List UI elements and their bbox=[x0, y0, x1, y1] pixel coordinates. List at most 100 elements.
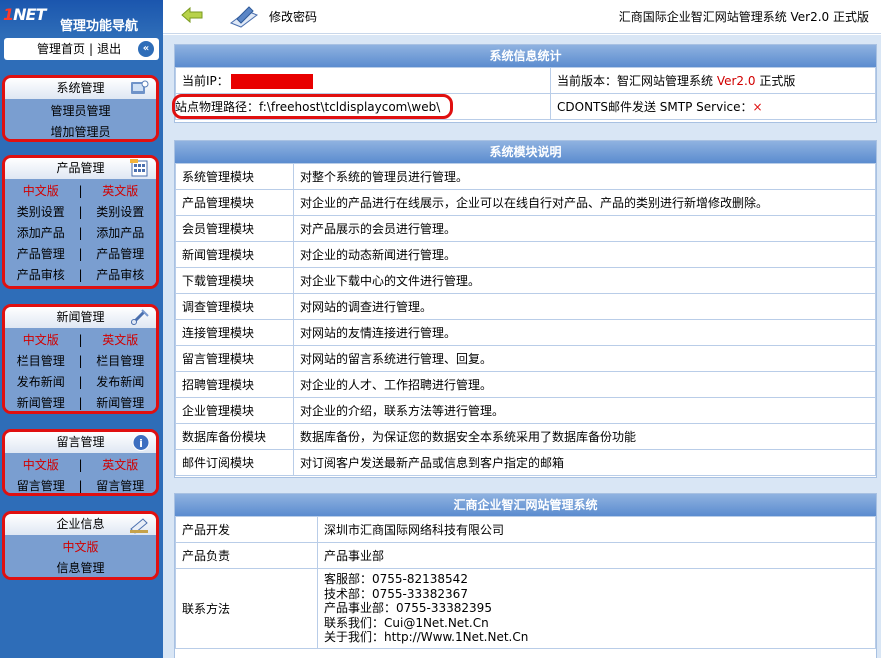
module-name: 留言管理模块 bbox=[175, 345, 294, 372]
menu-row: 添加产品 | 添加产品 bbox=[5, 223, 156, 244]
lang-cn[interactable]: 中文版 bbox=[5, 537, 156, 558]
menu-row: 留言管理 | 留言管理 bbox=[5, 476, 157, 493]
lang-en[interactable]: 英文版 bbox=[85, 181, 157, 202]
module-desc: 对企业下载中心的文件进行管理。 bbox=[293, 267, 876, 294]
menu-header-system[interactable]: 系统管理 bbox=[5, 78, 156, 99]
module-name: 系统管理模块 bbox=[175, 163, 294, 190]
redacted-ip bbox=[230, 74, 313, 89]
menu-item-category-en[interactable]: 类别设置 bbox=[85, 202, 157, 223]
menu-title: 产品管理 bbox=[56, 161, 105, 175]
table-row: 邮件订阅模块 对订阅客户发送最新产品或信息到客户指定的邮箱 bbox=[175, 449, 876, 476]
modules-table: 系统管理模块 对整个系统的管理员进行管理。 产品管理模块 对企业的产品进行在线展示，… bbox=[175, 163, 876, 476]
about-heading: 汇商企业智汇网站管理系统 bbox=[175, 494, 876, 516]
ip-label: 当前IP： bbox=[182, 74, 229, 88]
stats-heading: 系统信息统计 bbox=[175, 45, 876, 67]
stats-panel: 系统信息统计 当前IP： 当前版本：智汇网站管理系统 Ver2.0 正式版 站点… bbox=[172, 44, 877, 123]
module-name: 数据库备份模块 bbox=[175, 423, 294, 450]
version-value: Ver2.0 bbox=[716, 74, 756, 88]
menu-item-product-manage-cn[interactable]: 产品管理 bbox=[5, 244, 77, 265]
lang-row: 中文版 | 英文版 bbox=[5, 455, 156, 476]
menu-title: 新闻管理 bbox=[56, 310, 105, 324]
menu-company: 企业信息 中文版 信息管理 bbox=[2, 511, 159, 580]
menu-item-publish-news-cn[interactable]: 发布新闻 bbox=[5, 372, 77, 393]
version-cell: 当前版本：智汇网站管理系统 Ver2.0 正式版 bbox=[550, 67, 876, 94]
info-icon: i bbox=[132, 434, 150, 451]
menu-item-product-review-en[interactable]: 产品审核 bbox=[85, 265, 157, 286]
module-desc: 数据库备份，为保证您的数据安全本系统采用了数据库备份功能 bbox=[293, 423, 876, 450]
table-row: 产品管理模块 对企业的产品进行在线展示，企业可以在线自行对产品、产品的类别进行新增… bbox=[175, 189, 876, 216]
menu-row: 产品管理 | 产品管理 bbox=[5, 244, 156, 265]
module-name: 连接管理模块 bbox=[175, 319, 294, 346]
menu-item-message-en[interactable]: 留言管理 bbox=[85, 476, 157, 493]
owner-value: 产品事业部 bbox=[317, 542, 876, 569]
module-desc: 对企业的人才、工作招聘进行管理。 bbox=[293, 371, 876, 398]
system-icon bbox=[131, 80, 149, 94]
menu-item-add-product-cn[interactable]: 添加产品 bbox=[5, 223, 77, 244]
nav-title: 管理功能导航 bbox=[60, 19, 139, 34]
menu-item-message-cn[interactable]: 留言管理 bbox=[5, 476, 77, 493]
contact-website[interactable]: 关于我们：http://Www.1Net.Net.Cn bbox=[324, 630, 869, 645]
table-row: 会员管理模块 对产品展示的会员进行管理。 bbox=[175, 215, 876, 242]
menu-item-admin-manage[interactable]: 管理员管理 bbox=[5, 101, 156, 122]
module-name: 会员管理模块 bbox=[175, 215, 294, 242]
mail-status-icon: × bbox=[752, 100, 763, 114]
contact-label: 联系方法 bbox=[175, 568, 318, 649]
lang-en[interactable]: 英文版 bbox=[85, 455, 157, 476]
topbar: 修改密码 汇商国际企业智汇网站管理系统 Ver2.0 正式版 bbox=[163, 0, 881, 34]
dev-value: 深圳市汇商国际网络科技有限公司 bbox=[317, 516, 876, 543]
module-desc: 对产品展示的会员进行管理。 bbox=[293, 215, 876, 242]
module-name: 调查管理模块 bbox=[175, 293, 294, 320]
menu-body: 中文版 | 英文版 栏目管理 | 栏目管理 发布新闻 | 发布新闻 新闻管理 | 新闻管理 bbox=[5, 328, 157, 411]
lang-cn[interactable]: 中文版 bbox=[5, 330, 77, 351]
collapse-icon[interactable]: « bbox=[138, 41, 154, 57]
contact-tech: 技术部：0755-33382367 bbox=[324, 586, 468, 601]
module-name: 下载管理模块 bbox=[175, 267, 294, 294]
sidebar-header: 1NET 管理功能导航 bbox=[0, 0, 163, 36]
edit-icon bbox=[229, 6, 259, 28]
module-name: 企业管理模块 bbox=[175, 397, 294, 424]
home-link[interactable]: 管理首页 bbox=[37, 42, 85, 56]
menu-item-news-manage-cn[interactable]: 新闻管理 bbox=[5, 393, 77, 411]
module-desc: 对订阅客户发送最新产品或信息到客户指定的邮箱 bbox=[293, 449, 876, 476]
menu-item-category-cn[interactable]: 类别设置 bbox=[5, 202, 77, 223]
menu-item-add-admin[interactable]: 增加管理员 bbox=[5, 122, 156, 139]
svg-text:i: i bbox=[139, 437, 143, 450]
menu-header-company[interactable]: 企业信息 bbox=[5, 514, 156, 535]
lang-row: 中文版 | 英文版 bbox=[5, 181, 156, 202]
menu-header-news[interactable]: 新闻管理 bbox=[5, 307, 156, 328]
menu-item-product-manage-en[interactable]: 产品管理 bbox=[85, 244, 157, 265]
lang-cn[interactable]: 中文版 bbox=[5, 181, 77, 202]
lang-row: 中文版 | 英文版 bbox=[5, 330, 156, 351]
back-arrow-icon[interactable] bbox=[181, 6, 203, 24]
mail-cell: CDONTS邮件发送 SMTP Service：× bbox=[550, 93, 876, 120]
menu-item-news-manage-en[interactable]: 新闻管理 bbox=[85, 393, 157, 411]
ip-cell: 当前IP： bbox=[175, 67, 551, 94]
menu-item-add-product-en[interactable]: 添加产品 bbox=[85, 223, 157, 244]
menu-message: 留言管理 i 中文版 | 英文版 留言管理 | 留言管理 bbox=[2, 429, 159, 496]
product-icon bbox=[130, 159, 148, 177]
module-desc: 对整个系统的管理员进行管理。 bbox=[293, 163, 876, 190]
menu-item-column-cn[interactable]: 栏目管理 bbox=[5, 351, 77, 372]
menu-header-product[interactable]: 产品管理 bbox=[5, 158, 156, 179]
menu-item-info-manage[interactable]: 信息管理 bbox=[5, 558, 156, 577]
contact-email[interactable]: 联系我们：Cui@1Net.Net.Cn bbox=[324, 616, 869, 631]
menu-header-message[interactable]: 留言管理 i bbox=[5, 432, 156, 453]
menu-title: 企业信息 bbox=[56, 517, 105, 531]
table-row: 联系方法 客服部：0755-82138542 技术部：0755-33382367… bbox=[175, 568, 876, 649]
modules-heading: 系统模块说明 bbox=[175, 141, 876, 163]
menu-item-column-en[interactable]: 栏目管理 bbox=[85, 351, 157, 372]
menu-item-product-review-cn[interactable]: 产品审核 bbox=[5, 265, 77, 286]
logout-link[interactable]: 退出 bbox=[97, 42, 121, 56]
table-row: 调查管理模块 对网站的调查进行管理。 bbox=[175, 293, 876, 320]
owner-label: 产品负责 bbox=[175, 542, 318, 569]
menu-title: 系统管理 bbox=[56, 81, 105, 95]
stats-table: 当前IP： 当前版本：智汇网站管理系统 Ver2.0 正式版 站点物理路径：f:… bbox=[172, 67, 876, 120]
menu-item-publish-news-en[interactable]: 发布新闻 bbox=[85, 372, 157, 393]
menu-row: 类别设置 | 类别设置 bbox=[5, 202, 156, 223]
module-desc: 对网站的友情连接进行管理。 bbox=[293, 319, 876, 346]
module-name: 新闻管理模块 bbox=[175, 241, 294, 268]
lang-cn[interactable]: 中文版 bbox=[5, 455, 77, 476]
menu-product: 产品管理 中文版 | 英文版 类别设置 | 类别设置 添加产品 | 添加产品 产品管理 | 产品… bbox=[2, 155, 159, 289]
system-title: 汇商国际企业智汇网站管理系统 Ver2.0 正式版 bbox=[618, 10, 869, 24]
lang-en[interactable]: 英文版 bbox=[85, 330, 157, 351]
